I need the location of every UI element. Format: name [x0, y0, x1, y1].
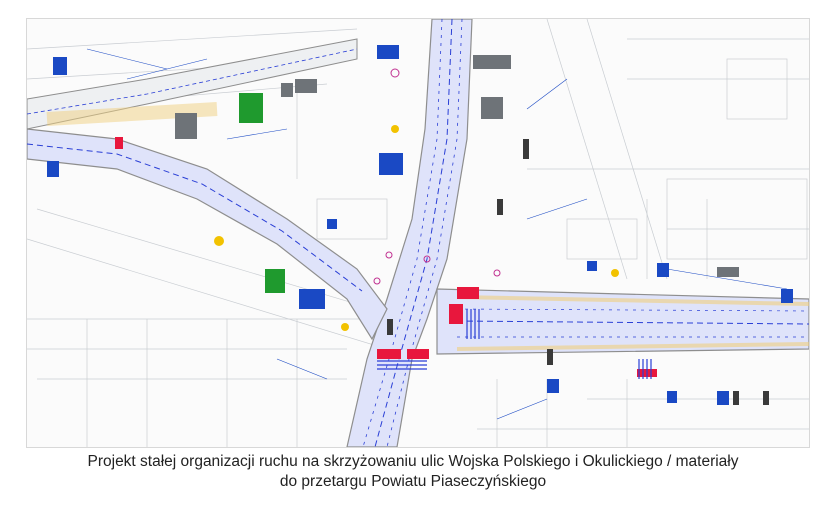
horizontal-road-east [436, 288, 809, 355]
image-caption: Projekt stałej organizacji ruchu na skrz… [0, 452, 826, 492]
caption-line-2: do przetargu Powiatu Piaseczyńskiego [279, 473, 547, 490]
traffic-plan-drawing [27, 19, 809, 447]
traffic-plan-image [26, 18, 810, 448]
diagonal-road-west [27, 128, 388, 341]
vertical-road [346, 19, 473, 447]
caption-line-1: Projekt stałej organizacji ruchu na skrz… [87, 453, 739, 470]
